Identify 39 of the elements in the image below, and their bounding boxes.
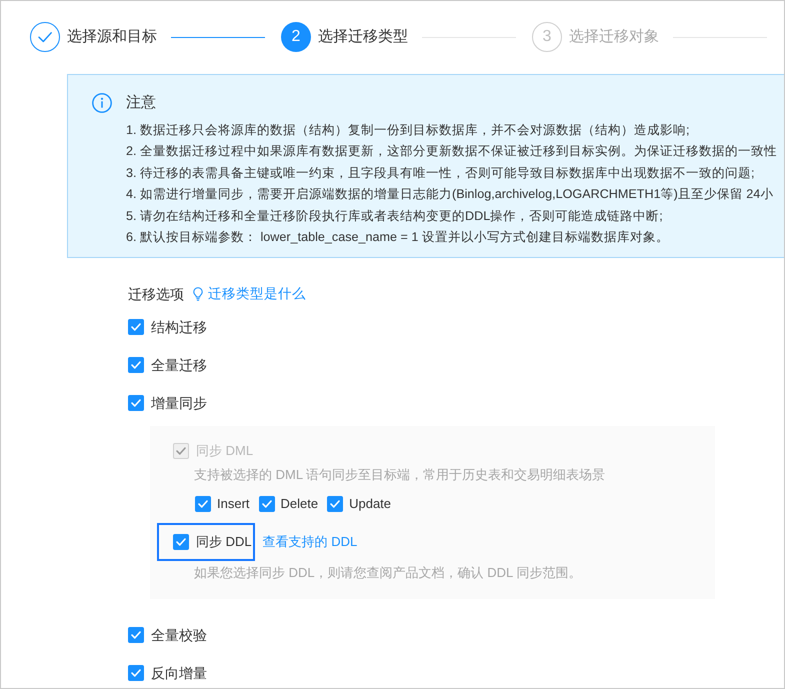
lightbulb-icon	[193, 287, 203, 302]
notice-text: 5. 请勿在结构迁移和全量迁移阶段执行库或者表结构变更的DDL操作，否则可能造成链路中断;	[126, 208, 664, 225]
checkbox[interactable]	[128, 665, 144, 682]
checkbox[interactable]	[173, 534, 189, 550]
notice-title: 注意	[126, 93, 157, 113]
step-label: 选择迁移对象	[569, 27, 659, 47]
checkbox-label[interactable]: 全量校验	[151, 625, 207, 646]
checkmark-icon	[262, 500, 272, 508]
checkbox-label[interactable]: 结构迁移	[151, 317, 207, 338]
checkbox-label[interactable]: 反向增量	[151, 663, 207, 684]
step-number: 2	[281, 22, 311, 52]
checkmark-icon	[131, 361, 141, 370]
checkmark-icon	[131, 399, 141, 408]
checkmark-icon	[131, 323, 141, 332]
checkmark-icon	[176, 538, 186, 546]
checkmark-icon	[198, 500, 208, 508]
checkmark-icon	[330, 500, 340, 508]
notice-text: 1. 数据迁移只会将源库的数据（结构）复制一份到目标数据库，并不会对源数据（结构）造成影响;	[126, 122, 691, 139]
checkbox-label[interactable]: 增量同步	[151, 393, 207, 414]
step-label: 选择迁移类型	[318, 27, 408, 47]
info-icon	[92, 93, 112, 113]
checkbox-label[interactable]: 同步 DDL	[196, 532, 252, 552]
checkbox-label[interactable]: 全量迁移	[151, 355, 207, 376]
step-number: 3	[532, 22, 562, 52]
help-text: 支持被选择的 DML 语句同步至目标端，常用于历史表和交易明细表场景	[194, 466, 606, 484]
notice-text: 2. 全量数据迁移过程中如果源库有数据更新，这部分更新数据不保证被迁移到目标实例。为保证迁移数据的一致性	[126, 143, 778, 160]
notice-text: 6. 默认按目标端参数： lower_table_case_name = 1 设置并以小写方式创建目标端数据库对象。	[126, 229, 670, 246]
notice-text: 3. 待迁移的表需具备主键或唯一约束，且字段具有唯一性，否则可能导致目标数据库中出现数据不一致的问题;	[126, 164, 756, 182]
step-label: 选择源和目标	[67, 27, 157, 47]
checkmark-icon	[131, 631, 141, 640]
checkbox[interactable]	[128, 395, 144, 412]
section-label: 迁移选项	[128, 285, 184, 304]
checkmark-icon	[131, 669, 141, 678]
checkbox[interactable]	[128, 627, 144, 644]
checkmark-icon	[176, 447, 186, 456]
notice-text: 4. 如需进行增量同步，需要开启源端数据的增量日志能力(Binlog,archivelog,LOGARCHMETH1等)且至少保留 24小	[126, 186, 774, 204]
checkbox[interactable]	[128, 319, 144, 336]
checkbox[interactable]	[128, 357, 144, 374]
help-text: 如果您选择同步 DDL，则请您查阅产品文档，确认 DDL 同步范围。	[194, 564, 582, 582]
